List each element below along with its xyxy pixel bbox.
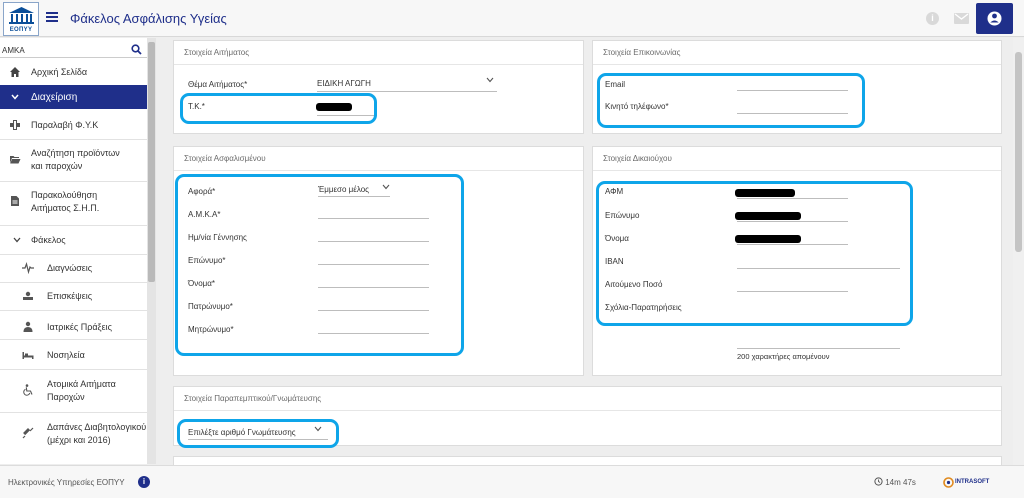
sidebar-item-fyk-receipt[interactable]: Παραλαβή Φ.Υ.Κ	[0, 117, 147, 133]
card-title: Στοιχεία Ασφαλισμένου	[174, 147, 583, 171]
comments-field[interactable]	[737, 348, 900, 349]
sidebar-scrollbar[interactable]	[147, 38, 156, 464]
building-logo-icon	[9, 7, 34, 24]
sidebar-item-label: Δαπάνες Διαβητολογικού	[47, 422, 147, 432]
chevron-down-icon	[13, 237, 21, 243]
subject-select[interactable]: ΕΙΔΙΚΗ ΑΓΩΓΗ	[317, 79, 371, 88]
eopyy-logo[interactable]: ΕΟΠΥΥ	[3, 2, 39, 36]
sidebar-item-label: Παραλαβή Φ.Υ.Κ	[31, 120, 99, 130]
pulse-icon	[22, 262, 34, 274]
highlight-postal-code	[180, 93, 377, 124]
chevron-down-icon[interactable]	[486, 77, 494, 83]
sidebar-item-label: Επισκέψεις	[47, 291, 93, 301]
session-timer: 14m 47s	[874, 477, 916, 487]
sidebar-item-label: Αναζήτηση προϊόντων	[31, 148, 120, 158]
sidebar-item-visits[interactable]: Επισκέψεις	[0, 288, 147, 304]
sidebar-item-label: Διαγνώσεις	[47, 263, 93, 273]
sidebar-item-label: Παροχών	[47, 392, 85, 402]
chars-left-text: 200 χαρακτήρες απομένουν	[737, 352, 830, 361]
card-title: Στοιχεία Αιτήματος	[174, 41, 583, 65]
sidebar-item-medical-acts[interactable]: Ιατρικές Πράξεις	[0, 319, 147, 335]
sidebar-item-label: Νοσηλεία	[47, 350, 85, 360]
sidebar-item-label: Διαχείριση	[31, 92, 78, 103]
sidebar-item-folder[interactable]: Φάκελος	[0, 232, 147, 248]
syringe-icon	[22, 427, 34, 439]
sidebar-item-home[interactable]: Αρχική Σελίδα	[0, 64, 147, 80]
brand-text: INTRASOFT	[955, 479, 990, 485]
user-account-button[interactable]	[976, 3, 1013, 34]
sidebar-item-hospitalization[interactable]: Νοσηλεία	[0, 347, 147, 363]
next-card	[173, 456, 1002, 465]
search-icon[interactable]	[131, 44, 142, 55]
folder-open-icon	[10, 156, 21, 164]
footer-text: Ηλεκτρονικές Υπηρεσίες ΕΟΠΥΥ	[8, 478, 125, 487]
menu-icon[interactable]	[46, 12, 58, 22]
document-icon	[11, 196, 19, 206]
sidebar-item-label: Αρχική Σελίδα	[31, 67, 88, 77]
sidebar-item-management[interactable]: Διαχείριση	[0, 85, 147, 109]
chevron-down-icon	[11, 94, 19, 100]
sidebar-item-label: Παρακολούθηση	[31, 190, 98, 200]
sidebar-item-label: Ιατρικές Πράξεις	[47, 322, 112, 332]
app-title: Φάκελος Ασφάλισης Υγείας	[70, 11, 227, 26]
page-scrollbar[interactable]	[1013, 38, 1024, 465]
wheelchair-icon	[23, 384, 33, 396]
bed-icon	[22, 352, 34, 359]
timer-value: 14m 47s	[885, 478, 916, 487]
sidebar-item-label: (μέχρι και 2016)	[47, 435, 111, 445]
highlight-referral	[177, 419, 339, 448]
sidebar-item-request-tracking[interactable]: Παρακολούθηση Αιτήματος Σ.Η.Π.	[0, 186, 147, 218]
user-icon	[987, 11, 1002, 26]
logo-text: ΕΟΠΥΥ	[9, 27, 33, 33]
sidebar-item-label: Αιτήματος Σ.Η.Π.	[31, 203, 100, 213]
info-icon[interactable]: i	[138, 476, 150, 488]
info-icon[interactable]: i	[926, 12, 939, 25]
intrasoft-logo: INTRASOFT	[943, 475, 993, 489]
pharmacy-icon	[10, 120, 20, 130]
sidebar-item-label: Ατομικά Αιτήματα	[47, 379, 116, 389]
clock-icon	[874, 477, 883, 486]
medical-acts-icon	[23, 321, 33, 332]
amka-search[interactable]: ΑΜΚΑ	[0, 42, 147, 58]
card-title: Στοιχεία Δικαιούχου	[593, 147, 1001, 171]
sidebar-item-diagnoses[interactable]: Διαγνώσεις	[0, 260, 147, 276]
sidebar-scrollbar-thumb[interactable]	[148, 42, 155, 282]
highlight-insured	[175, 174, 464, 356]
top-bar: ΕΟΠΥΥ Φάκελος Ασφάλισης Υγείας i	[0, 0, 1024, 37]
search-label: ΑΜΚΑ	[2, 46, 25, 55]
card-title: Στοιχεία Παραπεμπτικού/Γνωμάτευσης	[174, 387, 1001, 411]
mail-icon[interactable]	[954, 13, 969, 24]
page-scrollbar-thumb[interactable]	[1015, 52, 1022, 252]
visit-icon	[23, 291, 33, 300]
card-title: Στοιχεία Επικοινωνίας	[593, 41, 1001, 65]
intrasoft-icon	[943, 477, 954, 488]
sidebar-item-label: Φάκελος	[31, 235, 66, 245]
highlight-contact	[597, 73, 865, 128]
home-icon	[10, 67, 20, 77]
highlight-beneficiary	[596, 181, 913, 326]
sidebar-item-individual-requests[interactable]: Ατομικά Αιτήματα Παροχών	[0, 376, 147, 406]
subject-label: Θέμα Αιτήματος*	[188, 80, 248, 89]
sidebar-item-diabetic-expenses[interactable]: Δαπάνες Διαβητολογικού (μέχρι και 2016)	[0, 419, 147, 449]
sidebar-item-label: και παροχών	[31, 161, 83, 171]
sidebar: ΑΜΚΑ Αρχική Σελίδα Διαχείριση Παραλαβή Φ…	[0, 38, 147, 464]
footer: Ηλεκτρονικές Υπηρεσίες ΕΟΠΥΥ i 14m 47s I…	[0, 465, 1024, 498]
sidebar-item-search-products[interactable]: Αναζήτηση προϊόντων και παροχών	[0, 145, 147, 175]
